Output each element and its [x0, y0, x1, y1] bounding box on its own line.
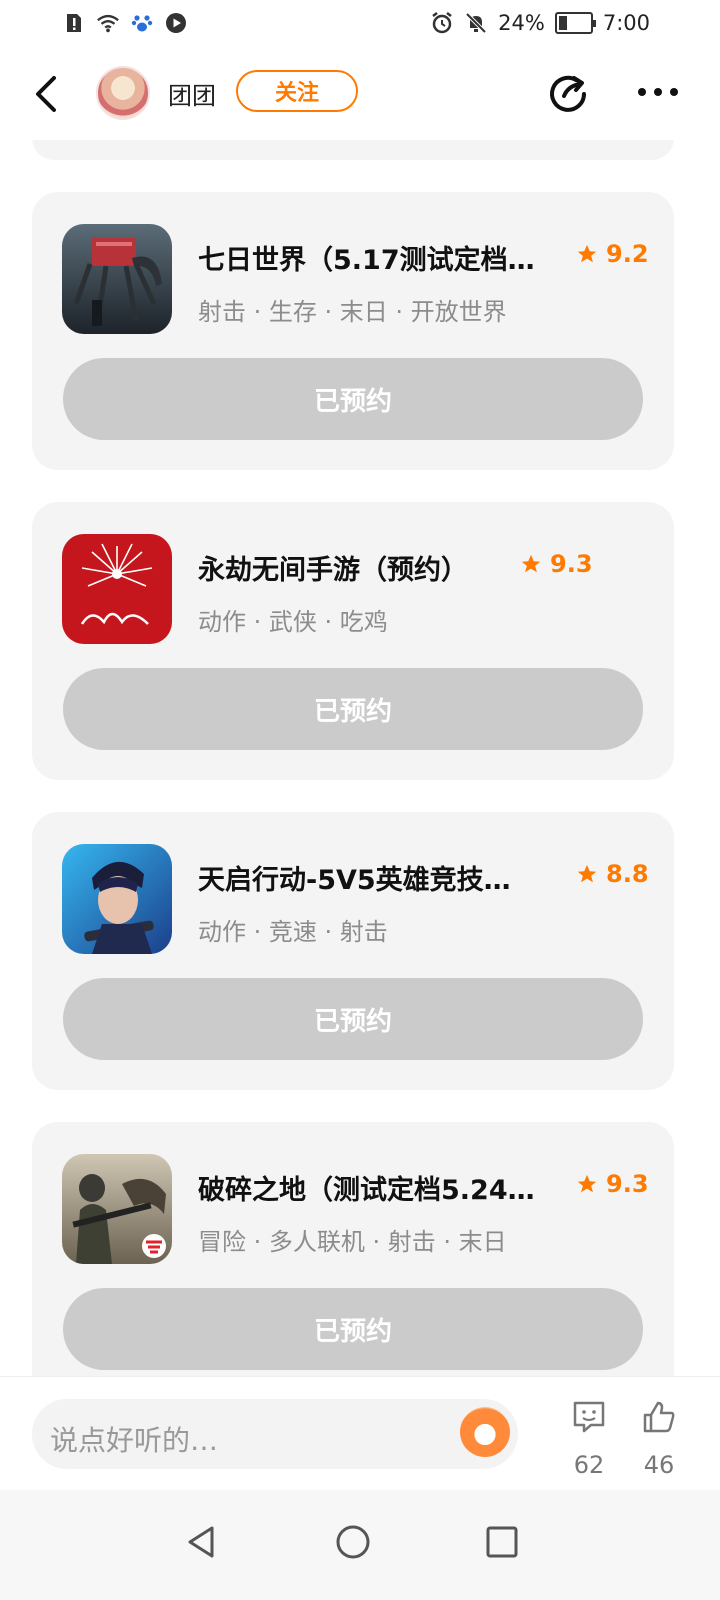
square-recents-icon: [486, 1526, 518, 1558]
profile-header: 团团 关注: [0, 48, 720, 140]
naraka-mobile-icon[interactable]: [62, 534, 172, 644]
reserved-button[interactable]: 已预约: [63, 358, 643, 440]
nav-home-button[interactable]: [323, 1512, 383, 1572]
system-navigation-bar: [0, 1490, 720, 1600]
reserved-button[interactable]: 已预约: [63, 1288, 643, 1370]
play-circle-icon: [164, 11, 188, 35]
triangle-back-icon: [188, 1526, 214, 1558]
rating-value: 9.3: [550, 550, 593, 578]
star-icon: [521, 554, 541, 573]
nav-recents-button[interactable]: [472, 1512, 532, 1572]
screen: 24% 7:00 团团 关注 七日世界（5.17测试定档… 9.2 射击 · 生…: [0, 0, 720, 1600]
star-icon: [577, 864, 597, 883]
comment-count-button[interactable]: 62: [564, 1399, 614, 1479]
share-icon: [550, 75, 586, 112]
back-button[interactable]: [28, 72, 68, 116]
tianqi-xingdong-icon[interactable]: [62, 844, 172, 954]
more-options-button[interactable]: [638, 88, 682, 100]
game-rating: 8.8: [576, 860, 649, 888]
clock-time: 7:00: [602, 11, 650, 35]
star-icon: [577, 244, 597, 263]
sim-alert-icon: [62, 11, 86, 35]
game-rating: 9.2: [576, 240, 649, 268]
reserved-button[interactable]: 已预约: [63, 668, 643, 750]
game-tags: 动作 · 武侠 · 吃鸡: [198, 608, 388, 636]
game-card[interactable]: 天启行动-5V5英雄竞技… 8.8 动作 · 竞速 · 射击 已预约: [32, 812, 674, 1090]
username[interactable]: 团团: [168, 76, 216, 111]
avatar[interactable]: [96, 66, 150, 120]
wifi-icon: [96, 11, 120, 35]
game-list[interactable]: 七日世界（5.17测试定档… 9.2 射击 · 生存 · 末日 · 开放世界 已…: [0, 140, 720, 1376]
game-tags: 射击 · 生存 · 末日 · 开放世界: [198, 298, 507, 326]
rating-value: 8.8: [606, 860, 649, 888]
game-title[interactable]: 七日世界（5.17测试定档…: [198, 238, 535, 277]
comment-icon: [573, 1401, 605, 1433]
comment-placeholder: 说点好听的…: [50, 1424, 219, 1457]
like-count-button[interactable]: 46: [634, 1399, 684, 1479]
comment-input[interactable]: 说点好听的…: [32, 1399, 518, 1469]
broken-land-icon[interactable]: [62, 1154, 172, 1264]
game-tags: 动作 · 竞速 · 射击: [198, 918, 388, 946]
reserved-button[interactable]: 已预约: [63, 978, 643, 1060]
dot-icon: [670, 88, 678, 96]
seven-days-world-icon[interactable]: [62, 224, 172, 334]
dot-icon: [638, 88, 646, 96]
like-count: 46: [643, 1451, 675, 1479]
game-title[interactable]: 永劫无间手游（预约）: [198, 548, 468, 587]
dot-icon: [654, 88, 662, 96]
list-item-partial: [32, 140, 674, 160]
nav-back-button[interactable]: [172, 1512, 232, 1572]
star-icon: [577, 1174, 597, 1193]
circle-home-icon: [336, 1525, 370, 1559]
status-bar: 24% 7:00: [0, 0, 720, 48]
game-card[interactable]: 七日世界（5.17测试定档… 9.2 射击 · 生存 · 末日 · 开放世界 已…: [32, 192, 674, 470]
battery-icon: [554, 12, 596, 34]
share-button[interactable]: [546, 70, 590, 114]
game-rating: 9.3: [576, 1170, 649, 1198]
game-card[interactable]: 永劫无间手游（预约） 9.3 动作 · 武侠 · 吃鸡 已预约: [32, 502, 674, 780]
game-title[interactable]: 天启行动-5V5英雄竞技…: [198, 858, 511, 897]
game-rating: 9.3: [520, 550, 593, 578]
battery-percent: 24%: [498, 11, 545, 35]
follow-button[interactable]: 关注: [236, 70, 358, 112]
comment-bar: 说点好听的… 62 46: [0, 1376, 720, 1490]
thumbs-up-icon: [643, 1401, 675, 1433]
game-tags: 冒险 · 多人联机 · 射击 · 末日: [198, 1228, 507, 1256]
comment-count: 62: [573, 1451, 605, 1479]
rating-value: 9.2: [606, 240, 649, 268]
mascot-emoji-icon[interactable]: [460, 1407, 510, 1457]
rating-value: 9.3: [606, 1170, 649, 1198]
game-card[interactable]: 破碎之地（测试定档5.24… 9.3 冒险 · 多人联机 · 射击 · 末日 已…: [32, 1122, 674, 1376]
mute-bell-icon: [464, 11, 488, 35]
alarm-icon: [430, 11, 454, 35]
chevron-left-icon: [36, 76, 56, 112]
game-title[interactable]: 破碎之地（测试定档5.24…: [198, 1168, 535, 1207]
paw-icon: [130, 11, 154, 35]
